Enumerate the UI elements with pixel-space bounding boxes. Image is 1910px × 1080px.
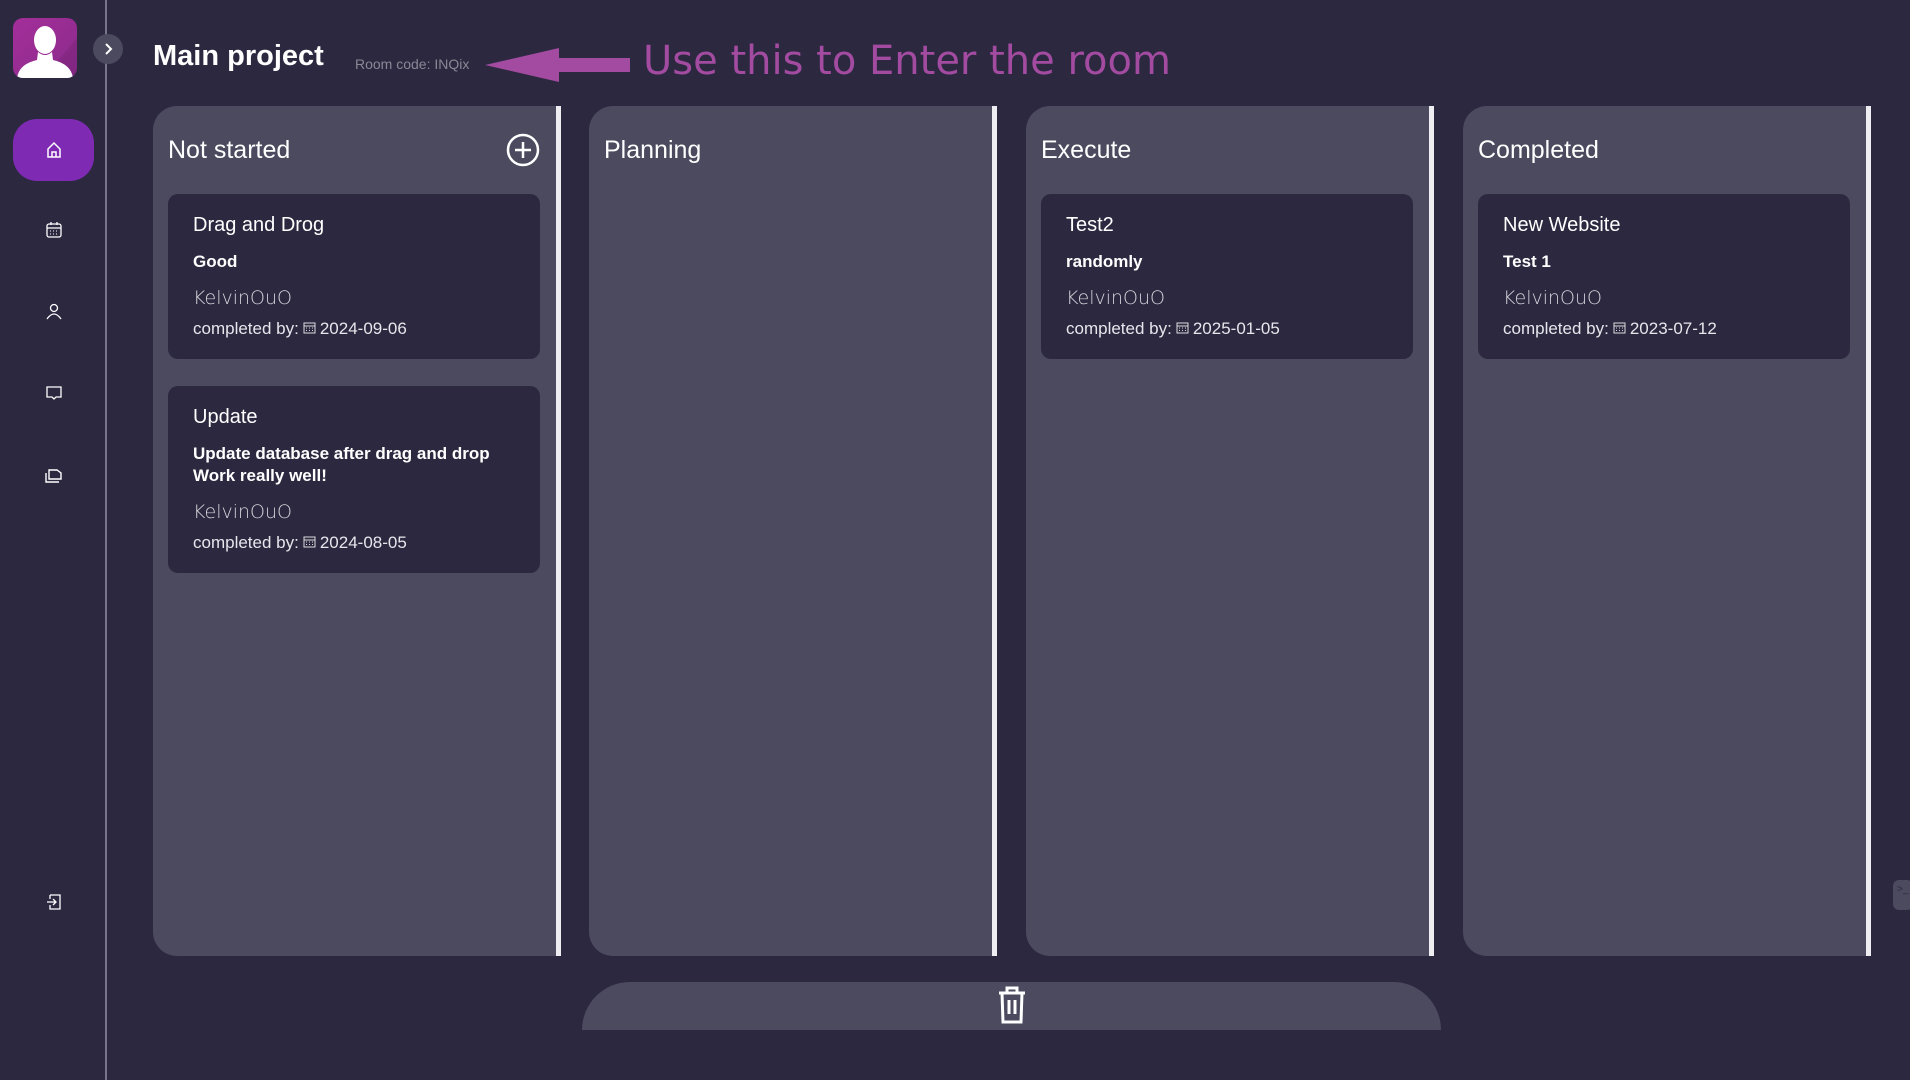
room-hint-annotation: Use this to Enter the room xyxy=(643,38,1171,84)
task-description: Good xyxy=(193,252,238,271)
task-due: completed by: 2024-09-06 xyxy=(193,319,515,339)
trash-drop-zone[interactable] xyxy=(582,982,1441,1030)
user-avatar[interactable] xyxy=(13,18,77,78)
due-date: 2024-08-05 xyxy=(319,533,407,552)
add-task-icon[interactable] xyxy=(506,133,540,167)
task-description: Test 1 xyxy=(1503,252,1551,271)
task-title: New Website xyxy=(1503,214,1621,236)
task-author: KelvinOuO xyxy=(1503,287,1602,309)
sidebar-item-calendar[interactable] xyxy=(13,199,94,261)
task-title: Test2 xyxy=(1066,214,1114,236)
task-card[interactable]: Drag and Drog Good KelvinOuO completed b… xyxy=(168,194,540,359)
calendar-icon xyxy=(303,533,316,553)
column-title: Planning xyxy=(604,136,702,164)
logout-button[interactable] xyxy=(13,871,94,933)
task-card[interactable]: Update Update database after drag and dr… xyxy=(168,386,540,573)
sidebar-toggle-button[interactable] xyxy=(93,34,123,64)
due-date: 2023-07-12 xyxy=(1629,319,1717,338)
sidebar-item-profile[interactable] xyxy=(13,280,94,342)
chevron-right-icon xyxy=(105,43,113,55)
due-label: completed by: xyxy=(1066,319,1172,338)
column-title: Not started xyxy=(168,136,291,164)
due-label: completed by: xyxy=(1503,319,1609,338)
arrow-left-icon xyxy=(485,48,630,82)
calendar-icon xyxy=(1176,319,1189,339)
sidebar-item-chat[interactable] xyxy=(13,362,94,424)
chat-icon xyxy=(45,386,62,400)
sidebar-item-projects[interactable] xyxy=(13,444,94,506)
trash-icon xyxy=(998,986,1025,1024)
task-author: KelvinOuO xyxy=(193,501,292,523)
calendar-icon xyxy=(303,319,316,339)
task-due: completed by: 2023-07-12 xyxy=(1503,319,1825,339)
column-not-started[interactable]: Not started Drag and Drog Good KelvinOuO… xyxy=(153,106,561,956)
sidebar-item-home[interactable] xyxy=(13,119,94,181)
column-completed[interactable]: Completed New Website Test 1 KelvinOuO c… xyxy=(1463,106,1871,956)
task-description: Update database after drag and drop Work… xyxy=(193,444,490,485)
task-title: Drag and Drog xyxy=(193,214,325,236)
user-silhouette-icon xyxy=(13,26,77,78)
side-panel-tab[interactable]: >_ xyxy=(1893,880,1910,910)
column-planning[interactable]: Planning xyxy=(589,106,997,956)
user-icon xyxy=(45,303,62,320)
task-card[interactable]: New Website Test 1 KelvinOuO completed b… xyxy=(1478,194,1850,359)
due-label: completed by: xyxy=(193,533,299,552)
home-icon xyxy=(46,141,61,158)
task-description: randomly xyxy=(1066,252,1143,271)
due-label: completed by: xyxy=(193,319,299,338)
column-execute[interactable]: Execute Test2 randomly KelvinOuO complet… xyxy=(1026,106,1434,956)
room-code: Room code: INQix xyxy=(355,56,470,72)
due-date: 2024-09-06 xyxy=(319,319,407,338)
calendar-icon xyxy=(45,222,62,238)
task-due: completed by: 2025-01-05 xyxy=(1066,319,1388,339)
logout-icon xyxy=(46,894,61,910)
task-card[interactable]: Test2 randomly KelvinOuO completed by: 20… xyxy=(1041,194,1413,359)
page-title: Main project xyxy=(153,40,324,72)
task-title: Update xyxy=(193,406,258,428)
task-author: KelvinOuO xyxy=(1066,287,1165,309)
sidebar xyxy=(0,0,107,1080)
folders-icon xyxy=(44,469,62,483)
calendar-icon xyxy=(1613,319,1626,339)
column-title: Execute xyxy=(1041,136,1132,164)
due-date: 2025-01-05 xyxy=(1192,319,1280,338)
task-author: KelvinOuO xyxy=(193,287,292,309)
column-title: Completed xyxy=(1478,136,1599,164)
task-due: completed by: 2024-08-05 xyxy=(193,533,515,553)
